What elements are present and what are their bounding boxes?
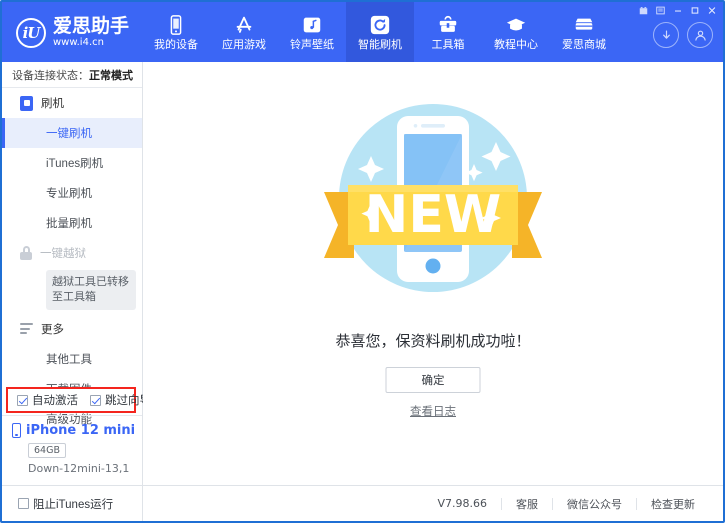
appstore-icon <box>233 14 255 36</box>
check-update-link[interactable]: 检查更新 <box>637 496 709 512</box>
nav-item-my-device[interactable]: 我的设备 <box>142 2 210 62</box>
sidebar-item-label: 其他工具 <box>46 351 92 367</box>
status-bar: 阻止iTunes运行 V7.98.66 客服 微信公众号 检查更新 <box>2 485 723 521</box>
checkbox-label: 自动激活 <box>32 392 78 408</box>
version-label: V7.98.66 <box>423 497 501 510</box>
logo-title: 爱思助手 <box>53 17 129 36</box>
sidebar-item-label: 专业刷机 <box>46 185 92 201</box>
skip-wizard-checkbox[interactable]: 跳过向导 <box>90 392 151 408</box>
main-nav: 我的设备 应用游戏 铃声壁纸 <box>142 2 618 62</box>
sidebar-item-batch-flash[interactable]: 批量刷机 <box>2 208 142 238</box>
sidebar-item-label: 一键刷机 <box>46 125 92 141</box>
nav-label: 应用游戏 <box>222 40 266 51</box>
success-message: 恭喜您，保资料刷机成功啦！ <box>143 330 723 351</box>
device-panel[interactable]: iPhone 12 mini 64GB Down-12mini-13,1 <box>2 415 142 485</box>
nav-label: 我的设备 <box>154 40 198 51</box>
top-bar: iU 爱思助手 www.i4.cn 我的设备 <box>2 2 723 62</box>
maximize-icon[interactable] <box>687 4 702 17</box>
device-capacity-badge: 64GB <box>28 443 66 458</box>
lock-icon <box>20 246 32 260</box>
nav-item-store[interactable]: 爱思商城 <box>550 2 618 62</box>
nav-item-tutorial-center[interactable]: 教程中心 <box>482 2 550 62</box>
auto-activate-checkbox[interactable]: 自动激活 <box>17 392 78 408</box>
music-icon <box>301 14 323 36</box>
sidebar-item-label: iTunes刷机 <box>46 155 103 171</box>
download-icon[interactable] <box>653 22 679 48</box>
illustration-wrapper: NEW <box>143 80 723 325</box>
list-icon <box>20 323 33 334</box>
sidebar-group-label: 更多 <box>41 321 64 337</box>
shop-icon <box>573 14 595 36</box>
flash-icon <box>20 96 33 111</box>
jailbreak-tip: 越狱工具已转移至工具箱 <box>46 270 136 310</box>
sidebar-group-more: 更多 <box>2 314 142 344</box>
logo-url: www.i4.cn <box>53 38 129 48</box>
nav-label: 智能刷机 <box>358 40 402 51</box>
device-identifier: Down-12mini-13,1 <box>28 462 142 475</box>
nav-item-toolbox[interactable]: 工具箱 <box>414 2 482 62</box>
sidebar-item-itunes-flash[interactable]: iTunes刷机 <box>2 148 142 178</box>
device-status-label: 设备连接状态： <box>12 67 89 83</box>
wechat-official-link[interactable]: 微信公众号 <box>553 496 636 512</box>
confirm-button[interactable]: 确定 <box>386 367 481 393</box>
nav-item-smart-flash[interactable]: 智能刷机 <box>346 2 414 62</box>
sidebar-group-jailbreak: 一键越狱 <box>2 238 142 268</box>
sidebar-item-pro-flash[interactable]: 专业刷机 <box>2 178 142 208</box>
menu-icon[interactable] <box>653 4 668 17</box>
sidebar-group-flash: 刷机 <box>2 88 142 118</box>
checkbox-box <box>18 498 29 509</box>
nav-label: 工具箱 <box>432 40 465 51</box>
graduation-cap-icon <box>505 14 527 36</box>
close-icon[interactable] <box>704 4 719 17</box>
sidebar-group-label: 一键越狱 <box>40 245 86 261</box>
sidebar-item-other-tools[interactable]: 其他工具 <box>2 344 142 374</box>
sidebar-item-one-key-flash[interactable]: 一键刷机 <box>2 118 142 148</box>
status-bar-right: V7.98.66 客服 微信公众号 检查更新 <box>143 496 723 512</box>
device-name: iPhone 12 mini <box>26 423 135 438</box>
logo-mark-icon: iU <box>16 18 46 48</box>
account-icon[interactable] <box>687 22 713 48</box>
customer-service-link[interactable]: 客服 <box>502 496 552 512</box>
app-logo: iU 爱思助手 www.i4.cn <box>16 17 129 48</box>
app-window: iU 爱思助手 www.i4.cn 我的设备 <box>0 0 725 523</box>
sidebar: 设备连接状态：正常模式 刷机 一键刷机 iTunes刷机 专业刷机 批量刷机 一… <box>2 62 143 485</box>
sidebar-group-label: 刷机 <box>41 95 64 111</box>
view-log-link[interactable]: 查看日志 <box>143 403 723 419</box>
minimize-icon[interactable] <box>670 4 685 17</box>
new-phone-badge-icon: NEW <box>308 80 558 325</box>
window-controls <box>636 4 719 17</box>
top-right-actions <box>653 22 713 48</box>
options-highlight-box: 自动激活 跳过向导 <box>6 387 136 413</box>
phone-icon <box>12 423 21 438</box>
status-bar-left: 阻止iTunes运行 <box>2 486 143 521</box>
checkbox-label: 阻止iTunes运行 <box>33 496 113 512</box>
device-icon <box>165 14 187 36</box>
gift-icon[interactable] <box>636 4 651 17</box>
nav-item-ringtones-wallpapers[interactable]: 铃声壁纸 <box>278 2 346 62</box>
device-connection-status: 设备连接状态：正常模式 <box>2 62 142 88</box>
checkbox-box <box>17 395 28 406</box>
toolbox-icon <box>437 14 459 36</box>
nav-item-apps-games[interactable]: 应用游戏 <box>210 2 278 62</box>
nav-label: 铃声壁纸 <box>290 40 334 51</box>
checkbox-box <box>90 395 101 406</box>
view-log-label: 查看日志 <box>410 406 456 418</box>
nav-label: 教程中心 <box>494 40 538 51</box>
block-itunes-checkbox[interactable]: 阻止iTunes运行 <box>18 496 113 512</box>
refresh-icon <box>369 14 391 36</box>
ribbon-text: NEW <box>365 185 501 245</box>
device-status-value: 正常模式 <box>89 67 133 83</box>
nav-label: 爱思商城 <box>562 40 606 51</box>
sidebar-item-label: 批量刷机 <box>46 215 92 231</box>
main-content: NEW 恭喜您，保资料刷机成功啦！ 确定 查看日志 <box>143 62 723 485</box>
